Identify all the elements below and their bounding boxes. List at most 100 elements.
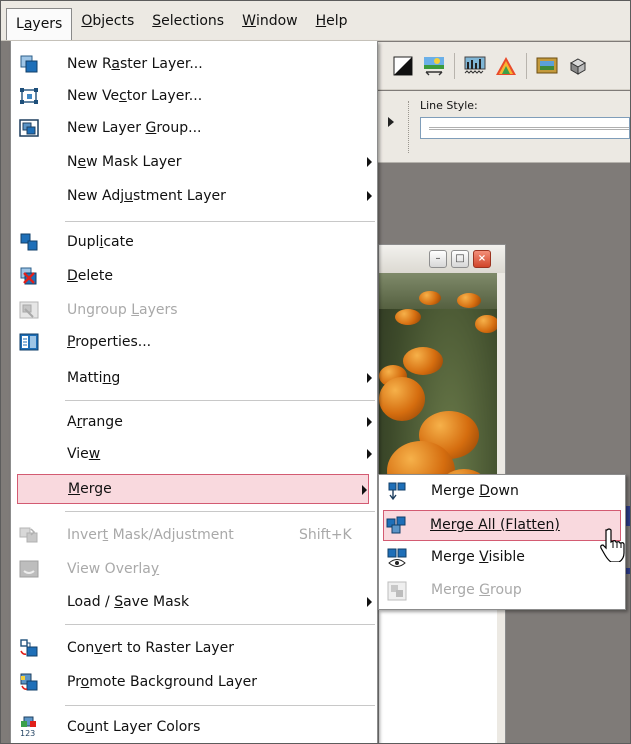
lbl-pre: Ungroup [67, 302, 132, 318]
lbl-mn: G [145, 120, 157, 136]
lbl-post: nt Layer Colors [94, 719, 201, 735]
toolbar [378, 42, 630, 90]
maximize-icon[interactable]: □ [451, 250, 469, 268]
lbl-pre: N [67, 154, 78, 170]
menubar-selections[interactable]: Selections [143, 6, 233, 36]
menubar-help[interactable]: Help [307, 6, 357, 36]
submenu-item-merge-all-flatten[interactable]: Merge All (Flatten) [383, 510, 621, 541]
palette-expand-arrow-icon[interactable] [388, 117, 394, 127]
histogram-icon[interactable] [464, 55, 486, 77]
menu-item-load-save-mask[interactable]: Load / Save Mask [11, 587, 377, 617]
lbl-post: w Mask Layer [86, 154, 182, 170]
pumpkin [403, 347, 443, 375]
properties-icon [19, 333, 39, 351]
submenu-item-merge-down[interactable]: Merge Down [379, 477, 625, 508]
lbl-mn: Merge All (Flatten) [430, 517, 560, 533]
3d-object-icon[interactable] [567, 55, 589, 77]
menu-item-merge[interactable]: Merge [17, 474, 369, 504]
menu-item-matting[interactable]: Matting [11, 363, 377, 393]
menu-separator [65, 511, 375, 512]
menubar-objects-mn: O [81, 12, 93, 29]
menu-item-new-mask-layer[interactable]: New Mask Layer [11, 147, 377, 177]
lbl-mn: D [67, 268, 78, 284]
submenu-item-merge-visible[interactable]: Merge Visible [379, 543, 625, 574]
menu-item-new-layer-group[interactable]: New Layer Group... [11, 113, 377, 143]
merge-submenu: Merge Down Merge All (Flatten) Merge Vis… [378, 474, 626, 610]
menu-item-ungroup-layers[interactable]: Ungroup Layers [11, 295, 377, 325]
lbl-mn: o [80, 674, 90, 690]
line-style-dropdown[interactable] [420, 117, 630, 139]
lbl-pre: Pr [67, 674, 81, 690]
menu-separator [65, 400, 375, 401]
menu-item-delete[interactable]: Delete [11, 261, 377, 291]
lbl-post: elete [77, 268, 113, 284]
new-raster-layer-icon [20, 55, 38, 73]
lbl-post: own [489, 483, 519, 499]
menu-item-count-layer-colors[interactable]: 123 Count Layer Colors [11, 712, 377, 742]
lbl-mn: D [479, 483, 490, 499]
lbl-pre: New R [67, 56, 112, 72]
menubar-help-mn: H [315, 12, 327, 29]
menu-item-view[interactable]: View [11, 439, 377, 469]
menu-item-promote-background-layer[interactable]: Promote Background Layer [11, 667, 377, 697]
menu-item-duplicate[interactable]: Duplicate [11, 227, 377, 257]
layers-menu: New Raster Layer... New Vector Layer... … [10, 41, 378, 744]
menu-item-arrange[interactable]: Arrange [11, 407, 377, 437]
submenu-item-merge-group[interactable]: Merge Group [379, 576, 625, 607]
menubar-objects[interactable]: Objects [72, 6, 143, 36]
menu-item-new-vector-layer[interactable]: New Vector Layer... [11, 81, 377, 111]
minimize-icon[interactable]: – [429, 250, 447, 268]
lbl-mn: a [111, 56, 120, 72]
merge-down-icon [388, 482, 406, 501]
menubar-layers-pre: L [16, 16, 24, 32]
lbl-mn: P [67, 334, 76, 350]
invert-mask-icon [19, 527, 38, 543]
lbl-pre: New Ve [67, 88, 120, 104]
lbl-mn: S [114, 594, 124, 610]
lbl-post: ster Layer... [120, 56, 203, 72]
pumpkin [457, 293, 481, 308]
lbl-post: stment Layer [132, 188, 226, 204]
menubar-layers-mn: a [23, 16, 33, 32]
merge-visible-icon [387, 548, 407, 567]
fill-contrast-icon[interactable] [392, 55, 414, 77]
document-title-bar[interactable]: – □ × [379, 245, 505, 273]
duplicate-icon [20, 233, 38, 251]
palette-grip[interactable] [408, 101, 411, 153]
pumpkin [395, 309, 421, 325]
menubar-selections-post: elections [161, 12, 225, 29]
lbl-pre: Merge [431, 483, 480, 499]
lbl-post: Mask/Adjustment [108, 527, 234, 543]
lbl-mn: e [77, 154, 87, 170]
menu-separator [65, 624, 375, 625]
menubar-selections-mn: S [152, 12, 162, 29]
menu-item-properties[interactable]: Properties... [11, 327, 377, 357]
color-triangle-icon[interactable] [495, 55, 517, 77]
lbl-post: ave Mask [123, 594, 190, 610]
lbl-mn: v [94, 640, 103, 656]
menubar-layers[interactable]: La yers [6, 7, 73, 40]
lbl-pre: Load / [67, 594, 115, 610]
lbl-mn: w [88, 446, 101, 462]
menu-item-view-overlay[interactable]: View Overlay [11, 554, 377, 584]
menu-item-invert-mask-adjustment[interactable]: Invert Mask/Adjustment Shift+K [11, 520, 377, 550]
lbl-pre: New Layer [67, 120, 146, 136]
submenu-arrow-icon [367, 191, 372, 201]
picture-frame-icon[interactable] [536, 55, 558, 77]
menubar-help-post: elp [326, 12, 348, 29]
merge-all-icon [386, 516, 406, 534]
lbl-pre: View Overla [67, 561, 151, 577]
lbl-pre: Con [67, 640, 95, 656]
close-icon[interactable]: × [473, 250, 491, 268]
menubar-window[interactable]: Window [233, 6, 307, 36]
line-style-label: Line Style: [420, 99, 478, 112]
pumpkin [475, 315, 497, 333]
landscape-effect-icon[interactable] [423, 55, 445, 77]
menu-item-new-raster-layer[interactable]: New Raster Layer... [11, 49, 377, 79]
menu-item-new-adjustment-layer[interactable]: New Adjustment Layer [11, 181, 377, 211]
menu-item-convert-to-raster-layer[interactable]: Convert to Raster Layer [11, 633, 377, 663]
menubar-window-mn: W [242, 12, 256, 29]
lbl-post: range [82, 414, 123, 430]
submenu-arrow-icon [362, 485, 367, 495]
menubar-window-post: indow [255, 12, 298, 29]
